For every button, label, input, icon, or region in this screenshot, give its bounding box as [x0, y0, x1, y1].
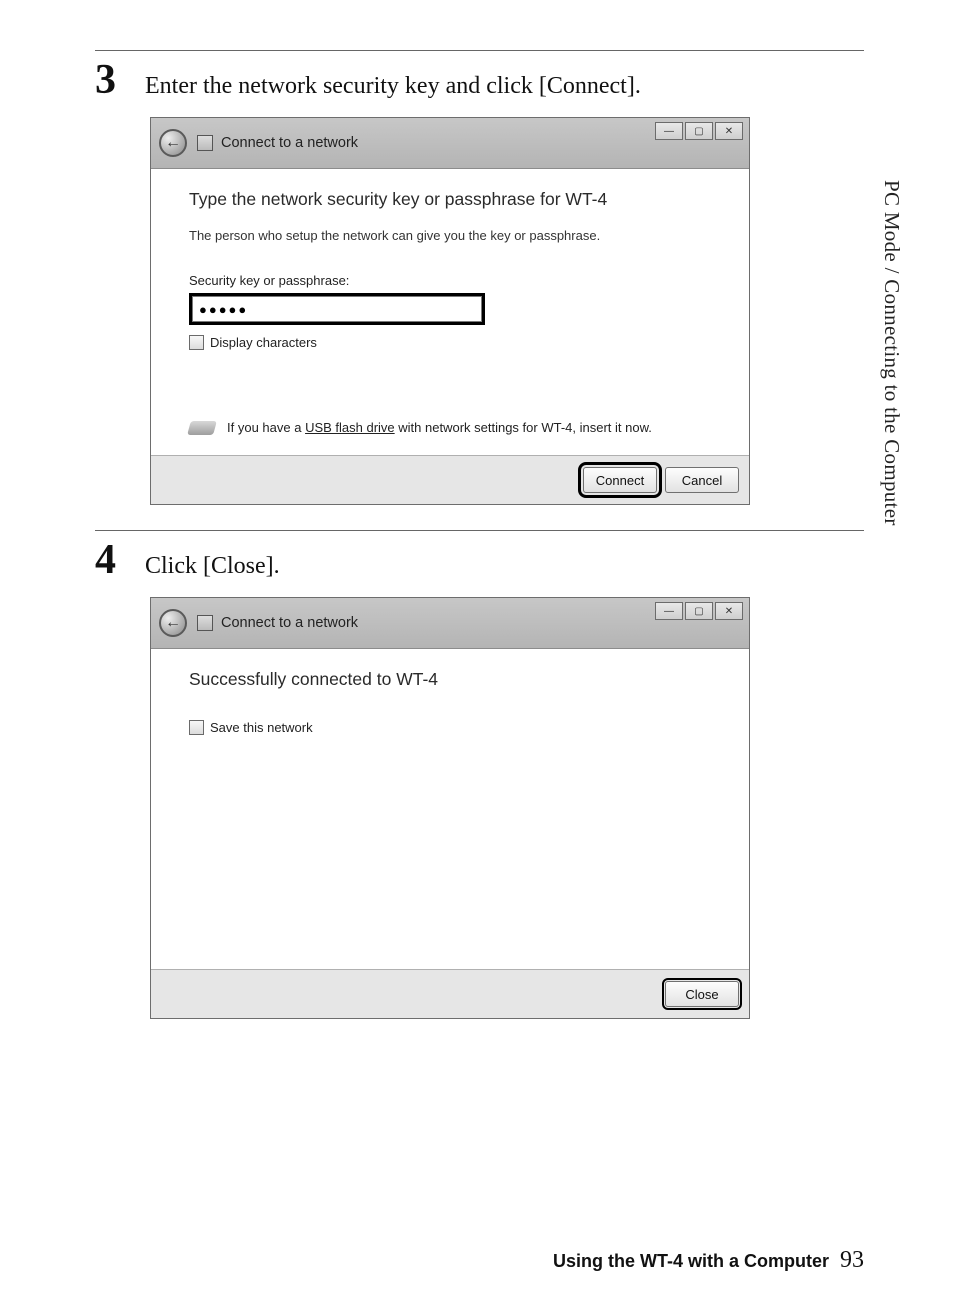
display-characters-row[interactable]: Display characters	[189, 335, 711, 350]
close-window-button[interactable]: ✕	[715, 122, 743, 140]
step-4: 4 Click [Close]. ← Connect to a network …	[95, 530, 864, 1019]
minimize-button[interactable]: —	[655, 122, 683, 140]
dialog-body: Type the network security key or passphr…	[151, 169, 749, 455]
display-characters-checkbox[interactable]	[189, 335, 204, 350]
close-button[interactable]: Close	[665, 981, 739, 1007]
display-characters-label: Display characters	[210, 335, 317, 350]
window-controls: — ▢ ✕	[653, 122, 743, 140]
connect-button[interactable]: Connect	[583, 467, 657, 493]
footer-page-number: 93	[840, 1247, 864, 1273]
usb-flash-drive-link[interactable]: USB flash drive	[305, 420, 395, 435]
dialog-titlebar-2: ← Connect to a network — ▢ ✕	[151, 598, 749, 649]
step-3: 3 Enter the network security key and cli…	[95, 50, 864, 505]
step-4-number: 4	[95, 539, 145, 581]
back-icon-2[interactable]: ←	[159, 609, 187, 637]
dialog-title-text: Connect to a network	[221, 135, 358, 151]
step-3-number: 3	[95, 59, 145, 101]
dialog-heading: Type the network security key or passphr…	[189, 189, 711, 210]
network-icon-2	[197, 615, 213, 631]
dialog-title-text-2: Connect to a network	[221, 615, 358, 631]
page-footer: Using the WT-4 with a Computer 93	[553, 1247, 864, 1274]
side-tab-label: PC Mode / Connecting to the Computer	[879, 180, 904, 526]
maximize-button-2[interactable]: ▢	[685, 602, 713, 620]
network-icon	[197, 135, 213, 151]
footer-chapter: Using the WT-4 with a Computer	[553, 1251, 829, 1271]
window-controls-2: — ▢ ✕	[653, 602, 743, 620]
dialog-body-2: Successfully connected to WT-4 Save this…	[151, 649, 749, 969]
dialog-titlebar: ← Connect to a network — ▢ ✕	[151, 118, 749, 169]
dialog-footer-2: Close	[151, 969, 749, 1018]
close-window-button-2[interactable]: ✕	[715, 602, 743, 620]
connect-dialog-1: ← Connect to a network — ▢ ✕ Type the ne…	[150, 117, 750, 505]
maximize-button[interactable]: ▢	[685, 122, 713, 140]
step-4-instruction: Click [Close].	[145, 551, 280, 582]
cancel-button[interactable]: Cancel	[665, 467, 739, 493]
save-network-checkbox[interactable]	[189, 720, 204, 735]
minimize-button-2[interactable]: —	[655, 602, 683, 620]
usb-icon	[187, 421, 217, 435]
save-network-row[interactable]: Save this network	[189, 720, 711, 735]
usb-hint-row: If you have a USB flash drive with netwo…	[189, 420, 711, 435]
connect-dialog-2: ← Connect to a network — ▢ ✕ Successfull…	[150, 597, 750, 1019]
dialog-heading-2: Successfully connected to WT-4	[189, 669, 711, 690]
dialog-subtext: The person who setup the network can giv…	[189, 228, 711, 243]
usb-hint-text: If you have a USB flash drive with netwo…	[227, 420, 652, 435]
step-3-instruction: Enter the network security key and click…	[145, 71, 641, 102]
passphrase-highlight	[189, 293, 485, 325]
dialog-footer: Connect Cancel	[151, 455, 749, 504]
passphrase-label: Security key or passphrase:	[189, 273, 711, 288]
save-network-label: Save this network	[210, 720, 313, 735]
back-icon[interactable]: ←	[159, 129, 187, 157]
passphrase-input[interactable]	[192, 296, 482, 322]
